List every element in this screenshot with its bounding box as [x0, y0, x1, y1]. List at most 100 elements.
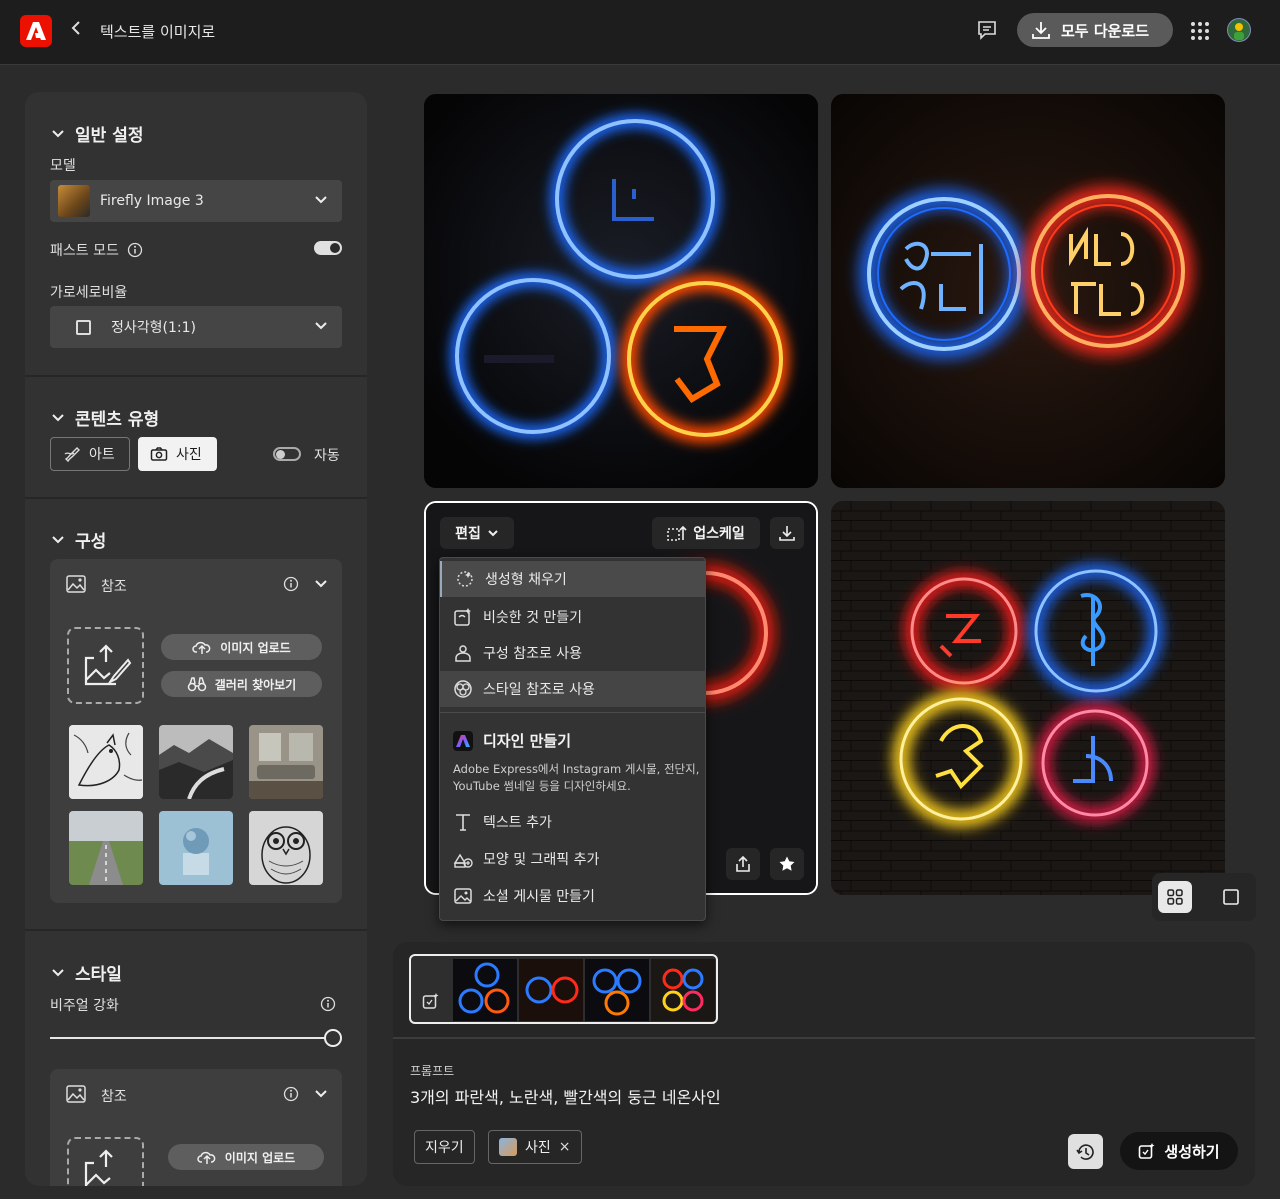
generated-image-2[interactable] [831, 94, 1225, 488]
chevron-down-icon [52, 968, 64, 976]
menu-item-generative-fill[interactable]: 생성형 채우기 [440, 561, 706, 597]
slider-track [50, 1037, 332, 1039]
content-type-header[interactable]: 콘텐츠 유형 [51, 405, 159, 430]
info-icon[interactable] [320, 996, 336, 1012]
download-image-button[interactable] [770, 517, 804, 549]
generate-label: 생성하기 [1164, 1142, 1220, 1161]
general-settings-title: 일반 설정 [75, 126, 144, 146]
chevron-down-icon [315, 196, 327, 204]
clear-button[interactable]: 지우기 [414, 1130, 475, 1164]
reference-thumbnail-living-room[interactable] [249, 725, 323, 799]
feedback-icon[interactable] [976, 19, 998, 45]
toggle-knob [330, 243, 340, 253]
aspect-ratio-dropdown[interactable]: 정사각형(1:1) [50, 306, 342, 348]
generated-image-1[interactable] [424, 94, 818, 488]
art-label: 아트 [89, 447, 115, 463]
model-value: Firefly Image 3 [100, 193, 204, 209]
clear-label: 지우기 [425, 1140, 464, 1156]
history-icon [1075, 1143, 1094, 1160]
auto-toggle[interactable] [273, 447, 301, 461]
adobe-logo-icon[interactable] [20, 15, 52, 47]
adobe-express-icon [453, 730, 473, 751]
composition-reference-label: 참조 [101, 579, 127, 595]
upload-image-button[interactable]: 이미지 업로드 [168, 1144, 324, 1170]
menu-divider [440, 712, 706, 713]
composition-header[interactable]: 구성 [51, 527, 106, 552]
square-icon [76, 319, 91, 335]
edit-label: 편집 [455, 526, 481, 542]
menu-item-make-similar[interactable]: 비슷한 것 만들기 [440, 599, 706, 635]
prompt-divider [393, 1037, 1255, 1039]
composition-title: 구성 [75, 532, 107, 552]
info-icon[interactable] [283, 1086, 299, 1102]
apps-grid-icon[interactable] [1190, 21, 1210, 45]
share-image-button[interactable] [726, 848, 760, 880]
prompt-label: 프롬프트 [410, 1064, 455, 1078]
single-view-button[interactable] [1214, 881, 1248, 913]
grid-view-button[interactable] [1158, 881, 1192, 913]
divider [25, 929, 367, 931]
browse-gallery-label: 갤러리 찾아보기 [214, 677, 297, 692]
chevron-down-icon [315, 322, 327, 330]
menu-item-use-style-reference[interactable]: 스타일 참조로 사용 [440, 671, 706, 707]
info-icon[interactable] [283, 576, 299, 592]
chevron-down-icon[interactable] [314, 1088, 328, 1100]
design-desc-line2: YouTube 썸네일 등을 디자인하세요. [453, 779, 631, 793]
history-button[interactable] [1068, 1134, 1103, 1169]
back-chevron-icon[interactable] [70, 20, 82, 40]
menu-item-add-shapes-graphics[interactable]: 모양 및 그래픽 추가 [440, 841, 706, 877]
download-all-button[interactable]: 모두 다운로드 [1017, 13, 1173, 47]
upload-image-button[interactable]: 이미지 업로드 [161, 634, 322, 660]
menu-item-use-composition-reference[interactable]: 구성 참조로 사용 [440, 635, 706, 671]
chevron-down-icon[interactable] [314, 578, 328, 590]
composition-reference-box: 참조 이미지 업로드 갤러리 찾아보기 [50, 559, 342, 903]
upload-dropzone[interactable] [67, 1137, 144, 1186]
history-thumbnail-3[interactable] [585, 959, 649, 1021]
cloud-upload-icon [197, 1151, 216, 1164]
menu-item-create-social-post[interactable]: 소셜 게시물 만들기 [440, 878, 706, 914]
generate-icon [1139, 1143, 1155, 1159]
favorite-image-button[interactable] [770, 848, 804, 880]
reference-thumbnail-owl[interactable] [249, 811, 323, 885]
upscale-button[interactable]: 업스케일 [652, 517, 760, 549]
toggle-knob [276, 450, 285, 459]
fast-mode-label: 패스트 모드 [50, 240, 143, 260]
chevron-down-icon [52, 129, 64, 137]
generate-button[interactable]: 생성하기 [1120, 1132, 1238, 1170]
menu-item-add-text[interactable]: 텍스트 추가 [440, 804, 706, 840]
art-button[interactable]: 아트 [50, 437, 130, 471]
reference-thumbnail-road[interactable] [69, 811, 143, 885]
upload-image-icon [84, 643, 131, 685]
remove-tag-button[interactable]: × [559, 1139, 571, 1155]
social-post-icon [454, 888, 472, 904]
browse-gallery-button[interactable]: 갤러리 찾아보기 [161, 671, 322, 697]
upload-dropzone[interactable] [67, 627, 144, 704]
style-title: 스타일 [75, 965, 122, 985]
edit-menu-button[interactable]: 편집 [440, 517, 514, 549]
user-avatar[interactable] [1227, 18, 1251, 42]
add-generation-button[interactable] [411, 956, 451, 1022]
photo-tag-thumbnail [499, 1138, 517, 1156]
general-settings-header[interactable]: 일반 설정 [51, 121, 143, 146]
style-reference-label: 참조 [101, 1089, 127, 1105]
reference-image-icon [66, 1085, 86, 1103]
history-strip [409, 954, 718, 1024]
history-thumbnail-4[interactable] [651, 959, 715, 1021]
slider-handle[interactable] [324, 1029, 342, 1047]
history-thumbnail-1[interactable] [453, 959, 517, 1021]
reference-thumbnail-landscape[interactable] [159, 725, 233, 799]
reference-thumbnail-sphere[interactable] [159, 811, 233, 885]
photo-button[interactable]: 사진 [138, 437, 217, 471]
style-header[interactable]: 스타일 [51, 960, 122, 985]
prompt-panel: 프롬프트 3개의 파란색, 노란색, 빨간색의 둥근 네온사인 지우기 사진 ×… [393, 942, 1255, 1186]
fast-mode-toggle[interactable] [314, 241, 342, 255]
generated-image-4[interactable] [831, 501, 1225, 895]
history-thumbnail-2[interactable] [519, 959, 583, 1021]
reference-thumbnail-bird[interactable] [69, 725, 143, 799]
binoculars-icon [187, 677, 207, 692]
prompt-input[interactable]: 3개의 파란색, 노란색, 빨간색의 둥근 네온사인 [410, 1084, 721, 1108]
upload-image-label: 이미지 업로드 [224, 1150, 296, 1165]
text-icon [456, 814, 470, 831]
info-icon[interactable] [127, 242, 143, 258]
model-dropdown[interactable]: Firefly Image 3 [50, 180, 342, 222]
